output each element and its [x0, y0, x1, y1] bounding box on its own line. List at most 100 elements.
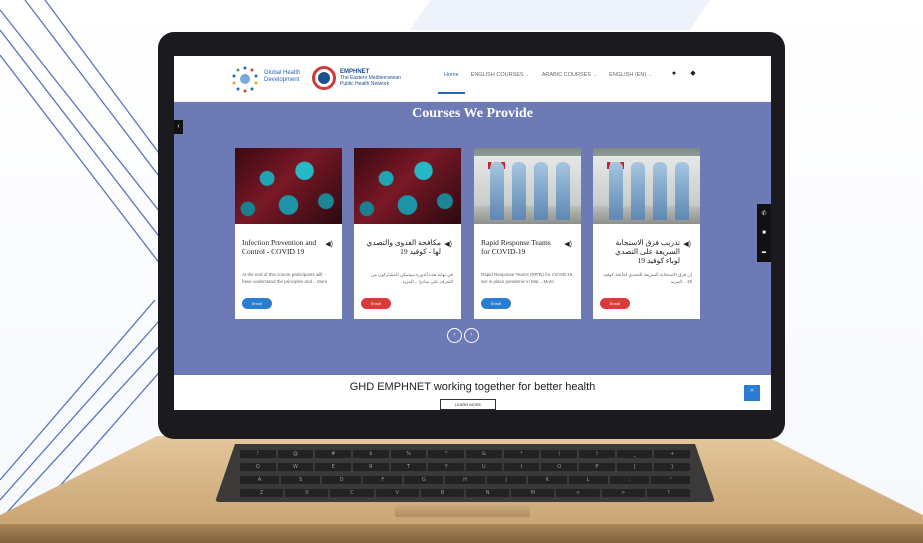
course-title[interactable]: مكافحة العدوى والتصدي لها - كوفيد 19 — [361, 238, 441, 256]
emphnet-sub-2: Public Health Network — [340, 81, 390, 87]
scroll-to-top-button[interactable]: ^ — [744, 385, 760, 401]
keyboard-key: A — [240, 475, 280, 484]
keyboard-row: A S D F G H J K L: " — [239, 475, 691, 484]
site-header: Global Health Development EMPHNET The Ea… — [174, 56, 771, 102]
menu-item-english-courses[interactable]: ENGLISH COURSES ⌄ — [471, 72, 530, 78]
keyboard-row: Q W E R T Y U I O P{} — [239, 462, 691, 471]
marketing-image: ! @ # $% ^ & *() _ + Q W E R T Y U I O P{} A S D F G H J K L: " Z X C V B… — [0, 0, 923, 543]
course-description: إن فرق الاستجابة السريعة للتصدي لجائحة ك… — [603, 272, 692, 284]
course-title[interactable]: تدريب فرق الاستجابة السريعة على التصدي ل… — [600, 238, 680, 265]
course-card[interactable]: مكافحة العدوى والتصدي لها - كوفيد 19 ◀) … — [354, 148, 461, 319]
keyboard-key: ? — [646, 488, 691, 497]
speaker-icon[interactable]: ◀) — [325, 240, 333, 248]
user-icon[interactable]: ● — [670, 70, 678, 78]
keyboard-key: I — [503, 462, 540, 471]
emphnet-logo-icon[interactable] — [312, 66, 336, 90]
keyboard-key: L — [568, 475, 608, 484]
course-image[interactable] — [593, 148, 700, 224]
course-title[interactable]: Infection Prevention and Control - COVID… — [242, 238, 322, 256]
emphnet-logo-text: EMPHNET The Eastern Mediterranean Public… — [340, 69, 401, 87]
keyboard-key: " — [650, 475, 691, 484]
course-card[interactable]: Infection Prevention and Control - COVID… — [235, 148, 342, 319]
keyboard-key: + — [654, 449, 691, 458]
course-card[interactable]: تدريب فرق الاستجابة السريعة على التصدي ل… — [593, 148, 700, 319]
share-icon[interactable]: ➦ — [761, 249, 766, 256]
keyboard-key: : — [609, 475, 649, 484]
phone-icon[interactable]: ✆ — [761, 210, 766, 217]
keyboard-row: ! @ # $% ^ & *() _ + — [239, 449, 691, 458]
keyboard-key: ( — [541, 449, 578, 458]
course-card[interactable]: Rapid Response Teams for COVID-19 ◀) Rap… — [474, 148, 581, 319]
keyboard-key: M — [511, 488, 555, 497]
carousel-prev-button[interactable]: ‹ — [447, 328, 462, 343]
speaker-icon[interactable]: ◀) — [564, 240, 572, 248]
courses-section: Courses We Provide ‹ ✆ ■ ➦ Infection Pre… — [174, 102, 771, 375]
keyboard-key: S — [281, 475, 321, 484]
keyboard-key: } — [654, 462, 691, 471]
menu-label: ENGLISH (EN) — [609, 72, 647, 78]
partnership-section: GHD EMPHNET working together for better … — [174, 375, 771, 410]
keyboard-key: Q — [240, 462, 276, 471]
keyboard-key: # — [315, 449, 352, 458]
keyboard-key: Z — [240, 488, 284, 497]
chat-icon[interactable]: ◆ — [689, 70, 697, 78]
learn-more-button[interactable]: LEARN MORE — [440, 399, 496, 410]
course-image[interactable] — [354, 148, 461, 224]
keyboard-key: & — [466, 449, 502, 458]
keyboard-key: * — [503, 449, 540, 458]
keyboard-key: U — [466, 462, 502, 471]
course-description: في نهاية هذه الدورة سيتمكن المشاركون من:… — [369, 272, 453, 284]
contact-sidebar: ✆ ■ ➦ — [757, 204, 771, 262]
course-image[interactable] — [235, 148, 342, 224]
speaker-icon[interactable]: ◀) — [444, 240, 452, 248]
mail-icon[interactable]: ■ — [762, 230, 766, 236]
keyboard-row: Z X C V B N M < >? — [239, 488, 691, 497]
keyboard-key: < — [556, 488, 600, 497]
keyboard-key: F — [363, 475, 403, 484]
keyboard-key: _ — [616, 449, 653, 458]
course-description: Rapid Response Teams (RRTs) for COVID-19… — [481, 272, 573, 284]
course-title[interactable]: Rapid Response Teams for COVID-19 — [481, 238, 561, 256]
global-health-logo-icon[interactable] — [230, 65, 260, 93]
keyboard-key: R — [353, 462, 389, 471]
keyboard-key: E — [315, 462, 352, 471]
course-description: At the end of this course participants w… — [242, 272, 328, 284]
keyboard-key: O — [541, 462, 578, 471]
menu-label: ENGLISH COURSES — [470, 72, 524, 78]
enroll-button[interactable]: Enroll — [361, 298, 391, 309]
keyboard-key: Y — [428, 462, 465, 471]
global-health-logo-text: Global Health Development — [264, 70, 300, 84]
enroll-button[interactable]: Enroll — [600, 298, 630, 309]
keyboard-key: > — [601, 488, 645, 497]
menu-item-language[interactable]: ENGLISH (EN) ⌄ — [609, 72, 652, 78]
carousel-pager: ‹ › — [447, 328, 479, 343]
keyboard-key: W — [277, 462, 314, 471]
menu-item-arabic-courses[interactable]: ARABIC COURSES ⌄ — [542, 72, 597, 78]
carousel-next-button[interactable]: › — [464, 328, 479, 343]
keyboard-key: B — [420, 488, 465, 497]
keyboard-key: V — [375, 488, 419, 497]
keyboard-key: ) — [579, 449, 615, 458]
enroll-button[interactable]: Enroll — [242, 298, 272, 309]
laptop-base-edge — [0, 524, 923, 543]
section-title: Courses We Provide — [412, 106, 533, 121]
enroll-button[interactable]: Enroll — [481, 298, 511, 309]
logo1-line1: Global Health — [264, 70, 301, 76]
chevron-down-icon: ⌄ — [525, 72, 530, 78]
keyboard-key: P — [579, 462, 615, 471]
keyboard-key: ^ — [428, 449, 465, 458]
laptop-screen: Global Health Development EMPHNET The Ea… — [174, 56, 771, 410]
keyboard-key: X — [285, 488, 329, 497]
menu-item-home[interactable]: Home — [438, 72, 465, 94]
side-toggle-left[interactable]: ‹ — [174, 120, 183, 134]
keyboard-key: K — [527, 475, 567, 484]
course-image[interactable] — [474, 148, 581, 224]
keyboard-key: { — [616, 462, 653, 471]
logo1-line2: Development — [264, 77, 300, 83]
keyboard-key: $ — [353, 449, 389, 458]
laptop-keyboard: ! @ # $% ^ & *() _ + Q W E R T Y U I O P{} A S D F G H J K L: " Z X C V B… — [215, 444, 715, 502]
speaker-icon[interactable]: ◀) — [683, 240, 691, 248]
keyboard-key: N — [466, 488, 510, 497]
chevron-down-icon: ⌄ — [592, 72, 598, 78]
keyboard-key: C — [330, 488, 374, 497]
